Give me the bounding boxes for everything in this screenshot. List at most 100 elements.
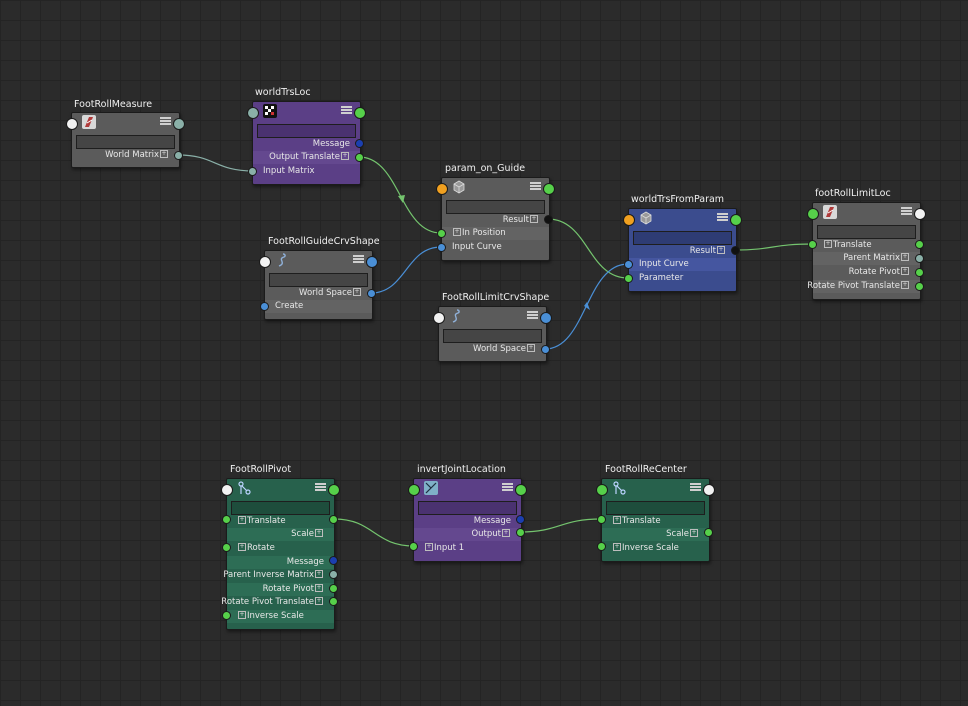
name-field[interactable] <box>231 501 330 515</box>
output-port[interactable] <box>703 484 715 496</box>
expand-icon[interactable]: + <box>527 343 535 352</box>
expand-icon[interactable]: + <box>613 542 621 551</box>
attr-port-in-position[interactable] <box>437 229 446 238</box>
expand-icon[interactable]: + <box>425 542 433 551</box>
expand-icon[interactable]: + <box>502 528 510 537</box>
output-port[interactable] <box>328 484 340 496</box>
attr-port-parameter[interactable] <box>624 274 633 283</box>
name-field[interactable] <box>257 124 356 138</box>
expand-icon[interactable]: + <box>824 239 832 248</box>
attr-row-world-matrix[interactable]: World Matrix + <box>72 149 179 162</box>
input-port[interactable] <box>436 183 448 195</box>
name-field[interactable] <box>76 135 175 149</box>
name-field[interactable] <box>606 501 705 515</box>
name-field[interactable] <box>418 501 517 515</box>
expand-icon[interactable]: + <box>690 528 698 537</box>
attr-port-output-translate[interactable] <box>355 153 364 162</box>
expand-icon[interactable]: + <box>160 149 168 158</box>
input-port[interactable] <box>66 118 78 130</box>
attr-port-message[interactable] <box>329 556 338 565</box>
attr-port-rotate-pivot-translate[interactable] <box>915 282 924 291</box>
name-field[interactable] <box>443 329 542 343</box>
node-foot-roll-limit-loc[interactable]: + Translate Parent Matrix + Rotate Pivot + … <box>807 202 921 300</box>
node-foot-roll-guide-crv-shape[interactable]: World Space + Create <box>264 250 373 320</box>
attr-row-parent-matrix[interactable]: Parent Matrix + <box>813 252 920 265</box>
attr-row-rotate-pivot-translate[interactable]: Rotate Pivot Translate + <box>221 596 334 609</box>
attr-port-input-matrix[interactable] <box>248 167 257 176</box>
attr-row-rotate-pivot-translate[interactable]: Rotate Pivot Translate + <box>807 280 920 293</box>
expand-icon[interactable]: + <box>530 214 538 223</box>
name-field[interactable] <box>269 273 368 287</box>
menu-icon[interactable] <box>315 483 326 493</box>
attr-port-rotate-pivot-translate[interactable] <box>329 597 338 606</box>
output-port[interactable] <box>540 312 552 324</box>
input-port[interactable] <box>807 208 819 220</box>
menu-icon[interactable] <box>901 207 912 217</box>
attr-row-input-matrix[interactable]: Input Matrix <box>253 165 360 178</box>
expand-icon[interactable]: + <box>613 515 621 524</box>
expand-icon[interactable]: + <box>315 596 323 605</box>
input-port[interactable] <box>221 484 233 496</box>
output-port[interactable] <box>914 208 926 220</box>
node-param-on-guide[interactable]: Result + + In Position Input Curve <box>441 177 550 261</box>
attr-row-message[interactable]: Message <box>253 138 360 151</box>
menu-icon[interactable] <box>160 117 171 127</box>
attr-row-input-1[interactable]: + Input 1 <box>414 542 521 555</box>
expand-icon[interactable]: + <box>717 245 725 254</box>
name-field[interactable] <box>817 225 916 239</box>
attr-row-scale[interactable]: Scale + <box>602 528 709 541</box>
expand-icon[interactable]: + <box>901 280 909 289</box>
input-port[interactable] <box>596 484 608 496</box>
expand-icon[interactable]: + <box>238 610 246 619</box>
menu-icon[interactable] <box>690 483 701 493</box>
expand-icon[interactable]: + <box>353 287 361 296</box>
menu-icon[interactable] <box>341 106 352 116</box>
name-field[interactable] <box>633 231 732 245</box>
node-foot-roll-re-center[interactable]: + Translate Scale + + Inverse Scale <box>601 478 710 562</box>
menu-icon[interactable] <box>530 182 541 192</box>
node-world-trs-loc[interactable]: Message Output Translate + Input Matrix <box>252 101 361 185</box>
attr-port-world-space[interactable] <box>367 289 376 298</box>
input-port[interactable] <box>433 312 445 324</box>
attr-port-input-curve[interactable] <box>624 260 633 269</box>
attr-row-translate[interactable]: + Translate <box>813 239 920 252</box>
attr-row-inverse-scale[interactable]: + Inverse Scale <box>227 610 334 623</box>
attr-port-output[interactable] <box>516 528 525 537</box>
attr-row-result[interactable]: Result + <box>629 245 736 258</box>
attr-port-message[interactable] <box>355 139 364 148</box>
output-port[interactable] <box>173 118 185 130</box>
attr-row-result[interactable]: Result + <box>442 214 549 227</box>
expand-icon[interactable]: + <box>901 252 909 261</box>
attr-port-translate-in[interactable] <box>808 240 817 249</box>
attr-row-output[interactable]: Output + <box>414 528 521 541</box>
expand-icon[interactable]: + <box>238 515 246 524</box>
attr-port-result[interactable] <box>731 246 740 255</box>
attr-port-translate[interactable] <box>597 515 606 524</box>
attr-row-scale[interactable]: Scale + <box>227 528 334 541</box>
attr-port-parent-inverse-matrix[interactable] <box>329 570 338 579</box>
output-port[interactable] <box>730 214 742 226</box>
attr-row-rotate-pivot[interactable]: Rotate Pivot + <box>227 583 334 596</box>
attr-row-in-position[interactable]: + In Position <box>442 227 549 240</box>
attr-port-result[interactable] <box>544 215 553 224</box>
attr-port-rotate-pivot[interactable] <box>915 268 924 277</box>
attr-row-inverse-scale[interactable]: + Inverse Scale <box>602 542 709 555</box>
expand-icon[interactable]: + <box>901 266 909 275</box>
attr-row-world-space[interactable]: World Space + <box>265 287 372 300</box>
attr-row-message[interactable]: Message <box>227 556 334 569</box>
menu-icon[interactable] <box>527 311 538 321</box>
attr-port-world-space[interactable] <box>541 345 550 354</box>
menu-icon[interactable] <box>353 255 364 265</box>
attr-port-translate[interactable] <box>222 515 231 524</box>
attr-row-create[interactable]: Create <box>265 300 372 313</box>
name-field[interactable] <box>446 200 545 214</box>
input-port[interactable] <box>247 107 259 119</box>
attr-port-create[interactable] <box>260 302 269 311</box>
expand-icon[interactable]: + <box>315 528 323 537</box>
attr-row-translate[interactable]: + Translate <box>227 515 334 528</box>
expand-icon[interactable]: + <box>315 569 323 578</box>
attr-row-input-curve[interactable]: Input Curve <box>629 258 736 271</box>
node-world-trs-from-param[interactable]: Result + Input Curve Parameter <box>628 208 737 292</box>
attr-row-input-curve[interactable]: Input Curve <box>442 241 549 254</box>
expand-icon[interactable]: + <box>453 227 461 236</box>
